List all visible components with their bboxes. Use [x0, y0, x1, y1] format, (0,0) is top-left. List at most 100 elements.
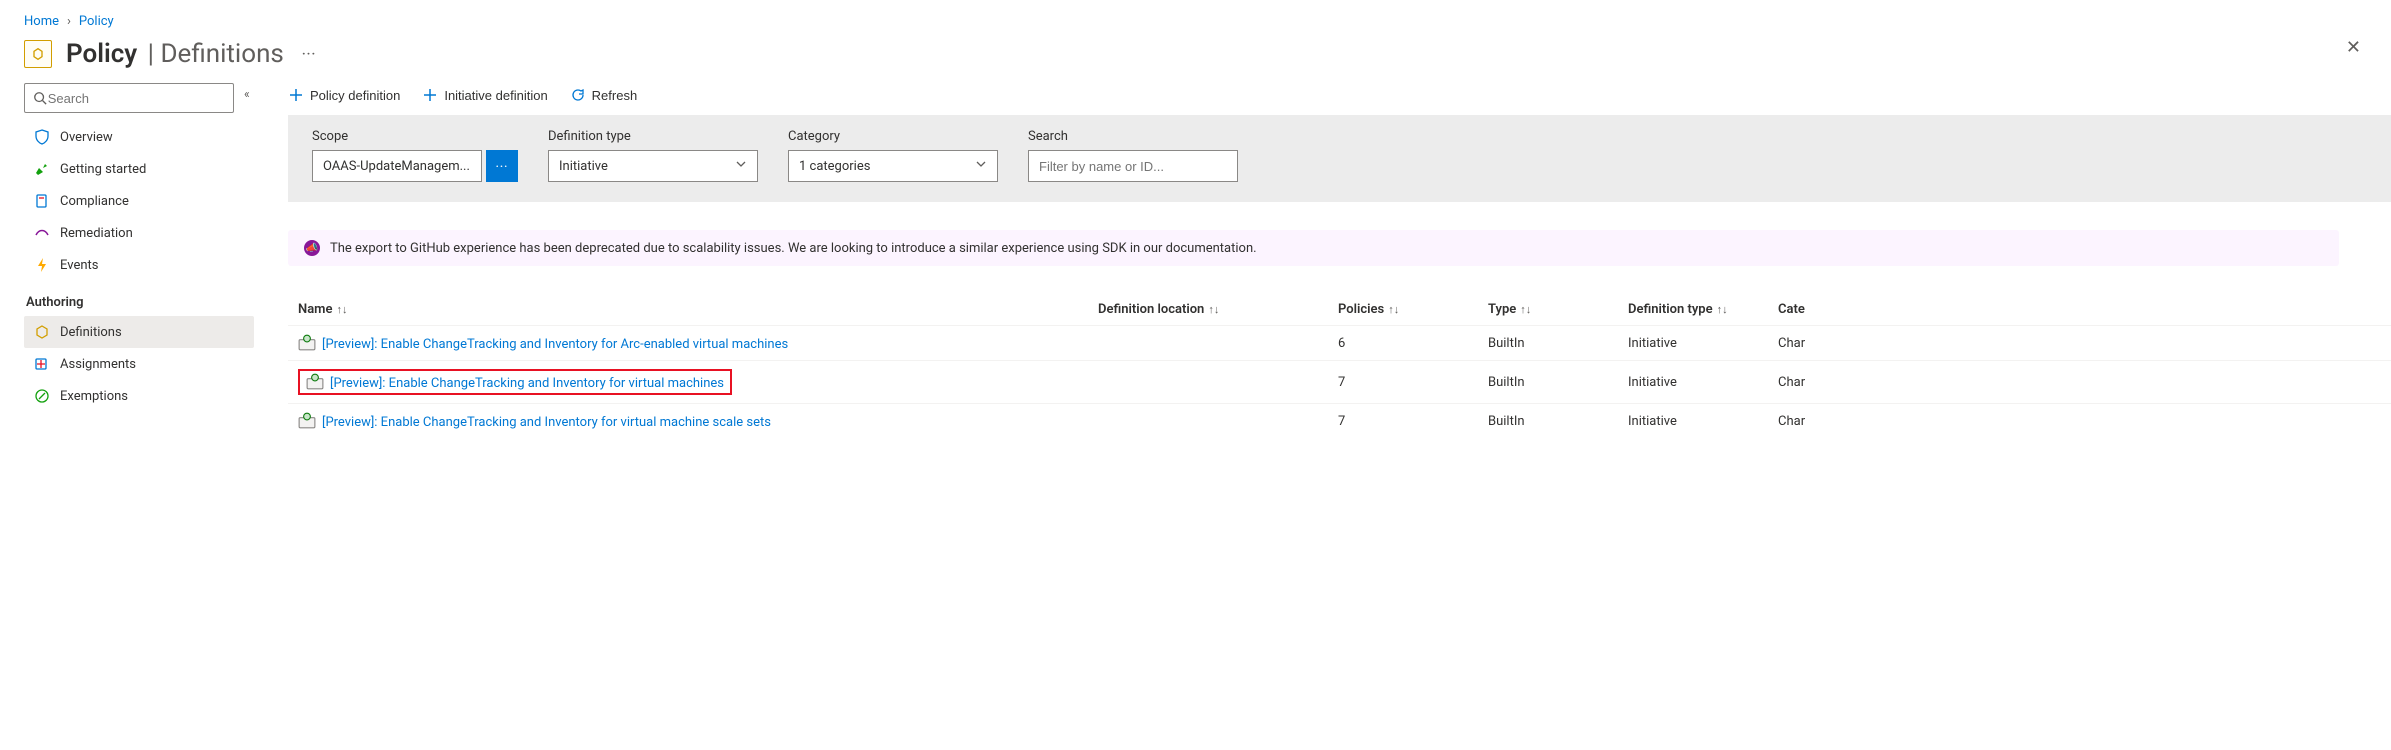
sort-indicator-icon: ↑↓ [336, 303, 347, 316]
sort-indicator-icon: ↑↓ [1208, 303, 1219, 316]
table-row[interactable]: [Preview]: Enable ChangeTracking and Inv… [288, 326, 2391, 361]
column-definition-location[interactable]: Definition location↑↓ [1088, 294, 1328, 326]
notice-text: The export to GitHub experience has been… [330, 241, 1257, 256]
column-policies[interactable]: Policies↑↓ [1328, 294, 1478, 326]
sidebar-item-label: Getting started [60, 162, 146, 177]
sidebar-item-compliance[interactable]: Compliance [24, 185, 254, 217]
sort-indicator-icon: ↑↓ [1388, 303, 1399, 316]
sidebar-search[interactable] [24, 83, 234, 113]
definition-link[interactable]: [Preview]: Enable ChangeTracking and Inv… [322, 337, 788, 352]
cell-type: BuiltIn [1478, 404, 1618, 439]
scope-value: OAAS-UpdateManagem... [323, 159, 470, 174]
cell-policies: 7 [1328, 404, 1478, 439]
table-row[interactable]: [Preview]: Enable ChangeTracking and Inv… [288, 361, 2391, 404]
sidebar-item-getting-started[interactable]: Getting started [24, 153, 254, 185]
sidebar-item-label: Compliance [60, 194, 129, 209]
toolbar: Policy definition Initiative definition … [288, 83, 2391, 115]
filter-search-input[interactable] [1039, 159, 1227, 174]
breadcrumb-home[interactable]: Home [24, 14, 59, 29]
scope-picker-button[interactable]: ··· [486, 150, 518, 182]
definition-link[interactable]: [Preview]: Enable ChangeTracking and Inv… [298, 369, 732, 395]
deprecation-notice: 📣 The export to GitHub experience has be… [288, 230, 2339, 266]
cell-deftype: Initiative [1618, 361, 1768, 404]
category-value: 1 categories [799, 159, 870, 174]
deftype-selector[interactable]: Initiative [548, 150, 758, 182]
sidebar-item-label: Definitions [60, 325, 122, 340]
heal-icon [34, 225, 50, 241]
initiative-icon [298, 412, 316, 430]
column-category[interactable]: Cate [1768, 294, 2391, 326]
assignment-icon [34, 356, 50, 372]
category-selector[interactable]: 1 categories [788, 150, 998, 182]
sidebar-item-label: Remediation [60, 226, 133, 241]
close-blade-button[interactable]: ✕ [2346, 37, 2361, 58]
page-title: Policy [66, 39, 137, 69]
sidebar-item-definitions[interactable]: Definitions [24, 316, 254, 348]
cell-category: Char [1768, 404, 2391, 439]
sidebar-item-assignments[interactable]: Assignments [24, 348, 254, 380]
toolbar-label: Refresh [592, 88, 638, 103]
cell-name: [Preview]: Enable ChangeTracking and Inv… [288, 404, 1088, 439]
refresh-button[interactable]: Refresh [570, 87, 638, 103]
cell-category: Char [1768, 326, 2391, 361]
sidebar-item-events[interactable]: Events [24, 249, 254, 281]
deftype-value: Initiative [559, 159, 608, 174]
document-icon [34, 193, 50, 209]
breadcrumb-sep: › [67, 14, 71, 29]
page-subtitle: | Definitions [141, 39, 284, 69]
search-label: Search [1028, 129, 1238, 144]
sidebar-item-exemptions[interactable]: Exemptions [24, 380, 254, 412]
cell-definition-location [1088, 361, 1328, 404]
column-type[interactable]: Type↑↓ [1478, 294, 1618, 326]
bolt-icon [34, 257, 50, 273]
plus-icon [288, 87, 304, 103]
sidebar-search-input[interactable] [48, 91, 225, 106]
filter-bar: Scope OAAS-UpdateManagem... ··· Definiti… [288, 115, 2391, 202]
scope-label: Scope [312, 129, 518, 144]
breadcrumb-policy[interactable]: Policy [79, 14, 114, 29]
definition-icon [34, 324, 50, 340]
initiative-icon [306, 373, 324, 391]
refresh-icon [570, 87, 586, 103]
exemption-icon [34, 388, 50, 404]
cell-definition-location [1088, 326, 1328, 361]
chevron-down-icon [735, 158, 747, 174]
deftype-label: Definition type [548, 129, 758, 144]
cell-type: BuiltIn [1478, 361, 1618, 404]
toolbar-label: Initiative definition [444, 88, 547, 103]
cell-definition-location [1088, 404, 1328, 439]
breadcrumb: Home › Policy [0, 0, 2391, 29]
shield-icon [34, 129, 50, 145]
toolbar-label: Policy definition [310, 88, 400, 103]
sidebar-item-remediation[interactable]: Remediation [24, 217, 254, 249]
sidebar-item-overview[interactable]: Overview [24, 121, 254, 153]
cell-policies: 6 [1328, 326, 1478, 361]
sidebar-item-label: Assignments [60, 357, 136, 372]
add-policy-definition-button[interactable]: Policy definition [288, 87, 400, 103]
column-name[interactable]: Name↑↓ [288, 294, 1088, 326]
filter-search-box[interactable] [1028, 150, 1238, 182]
more-actions-button[interactable]: ··· [302, 47, 316, 62]
cell-deftype: Initiative [1618, 404, 1768, 439]
initiative-icon [298, 334, 316, 352]
rocket-icon [34, 161, 50, 177]
policy-icon [24, 40, 52, 68]
column-definition-type[interactable]: Definition type↑↓ [1618, 294, 1768, 326]
sort-indicator-icon: ↑↓ [1717, 303, 1728, 316]
plus-icon [422, 87, 438, 103]
cell-type: BuiltIn [1478, 326, 1618, 361]
sidebar: « Overview Getting started Compliance Re… [0, 83, 260, 743]
cell-policies: 7 [1328, 361, 1478, 404]
sort-indicator-icon: ↑↓ [1520, 303, 1531, 316]
sidebar-section-authoring: Authoring [24, 281, 260, 316]
table-row[interactable]: [Preview]: Enable ChangeTracking and Inv… [288, 404, 2391, 439]
search-icon [33, 90, 48, 106]
category-label: Category [788, 129, 998, 144]
add-initiative-definition-button[interactable]: Initiative definition [422, 87, 547, 103]
collapse-sidebar-button[interactable]: « [244, 87, 250, 101]
sidebar-item-label: Overview [60, 130, 113, 145]
scope-selector[interactable]: OAAS-UpdateManagem... [312, 150, 482, 182]
chevron-down-icon [975, 158, 987, 174]
definition-link[interactable]: [Preview]: Enable ChangeTracking and Inv… [322, 415, 771, 430]
main-content: Policy definition Initiative definition … [260, 83, 2391, 743]
